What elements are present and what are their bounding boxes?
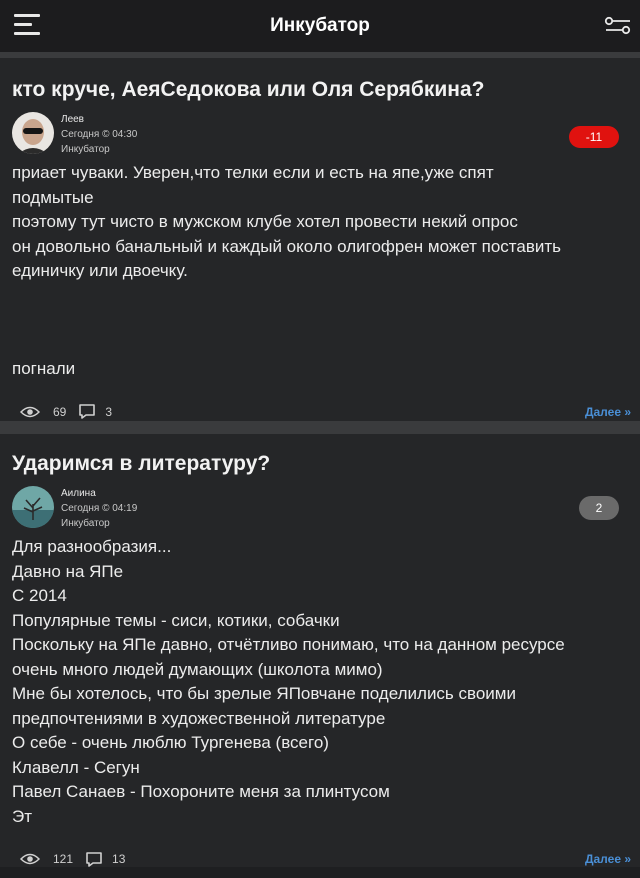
post-line: погнали <box>12 359 76 378</box>
post-footer: 121 13 Далее » <box>12 840 631 878</box>
post-title[interactable]: Ударимся в литературу? <box>12 434 628 478</box>
post-card[interactable]: Ударимся в литературу? Аилина Сегодня © … <box>0 434 640 867</box>
comments-count: 3 <box>105 404 113 419</box>
post-body: приает чуваки. Уверен,что телки если и е… <box>12 161 628 382</box>
post-meta: Аилина Сегодня © 04:19 Инкубатор 2 <box>12 486 628 531</box>
comments-count: 13 <box>112 852 126 866</box>
post-line: Клавелл - Сегун <box>12 757 140 777</box>
post-line: очень много людей думающих (школота мимо… <box>12 659 383 679</box>
views-stat: 69 <box>20 405 66 419</box>
filter-icon[interactable] <box>604 13 632 39</box>
post-line: Павел Санаев - Похороните меня за плинту… <box>12 782 390 801</box>
author-name[interactable]: Леев <box>61 112 137 127</box>
post-line: предпочтениями в художественной литерату… <box>12 708 386 728</box>
post-line <box>12 333 628 358</box>
page-title: Инкубатор <box>270 15 370 36</box>
comment-icon <box>86 851 102 867</box>
menu-icon[interactable] <box>14 14 40 38</box>
post-footer: 69 3 Далее » <box>12 393 631 431</box>
post-meta: Леев Сегодня © 04:30 Инкубатор -11 <box>12 112 628 157</box>
eye-icon <box>20 853 40 865</box>
post-section[interactable]: Инкубатор <box>61 142 137 157</box>
author-name[interactable]: Аилина <box>61 486 137 501</box>
post-line: поэтому тут чисто в мужском клубе хотел … <box>12 212 518 231</box>
comments-stat[interactable]: 13 <box>85 851 125 868</box>
views-count: 69 <box>53 404 67 419</box>
avatar[interactable] <box>12 486 54 528</box>
post-card[interactable]: кто круче, АеяСедокова или Оля Серябкина… <box>0 58 640 421</box>
post-line <box>12 284 628 309</box>
post-title[interactable]: кто круче, АеяСедокова или Оля Серябкина… <box>12 58 628 104</box>
post-line: Популярные темы - сиси, котики, собачки <box>12 610 340 630</box>
read-more-link[interactable]: Далее » <box>585 405 631 419</box>
post-line: О себе - очень люблю Тургенева (всего) <box>12 733 329 752</box>
post-line: Давно на ЯПе <box>12 561 124 581</box>
top-bar: Инкубатор <box>0 0 640 52</box>
post-line: Поскольку на ЯПе давно, отчётливо понима… <box>12 635 565 654</box>
post-body: Для разнообразия... Давно на ЯПе С 2014 … <box>12 535 628 829</box>
post-line: приает чуваки. Уверен,что телки если и е… <box>12 163 494 182</box>
post-line <box>12 308 628 333</box>
post-line: С 2014 <box>12 586 67 605</box>
comments-stat[interactable]: 3 <box>78 403 112 420</box>
rating-badge: 2 <box>579 496 619 520</box>
views-count: 121 <box>53 852 74 866</box>
eye-icon <box>20 406 40 417</box>
avatar[interactable] <box>12 112 54 154</box>
post-line: единичку или двоечку. <box>12 261 188 280</box>
comment-icon <box>79 404 96 419</box>
post-line: он довольно банальный и каждый около оли… <box>12 236 562 256</box>
post-line: Для разнообразия... <box>12 537 172 556</box>
post-section[interactable]: Инкубатор <box>61 516 137 531</box>
views-stat: 121 <box>20 852 73 866</box>
post-time: Сегодня © 04:30 <box>61 129 138 140</box>
rating-badge: -11 <box>569 126 619 148</box>
post-time: Сегодня © 04:19 <box>61 503 138 514</box>
post-line: Мне бы хотелось, что бы зрелые ЯПовчане … <box>12 684 516 703</box>
post-line: подмытые <box>12 187 94 207</box>
read-more-link[interactable]: Далее » <box>585 852 631 866</box>
post-line: Эт <box>12 806 33 826</box>
